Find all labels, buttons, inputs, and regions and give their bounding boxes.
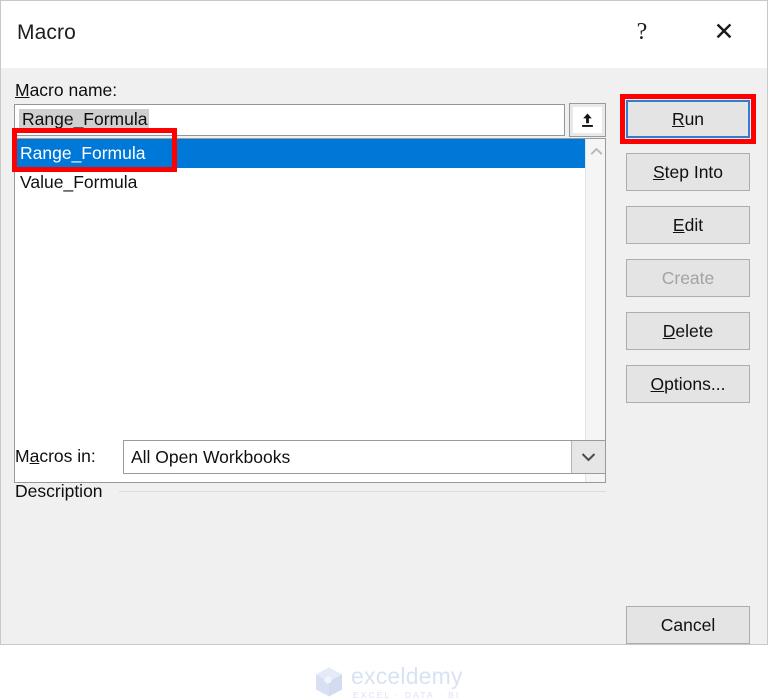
list-item[interactable]: Value_Formula — [15, 168, 585, 197]
cancel-button-label: Cancel — [660, 614, 716, 635]
options-button-label: ptions... — [664, 373, 726, 394]
page-title: Macro — [17, 21, 76, 44]
options-button[interactable]: Options... — [626, 365, 750, 403]
macro-dialog: Macro ? ✕ Macro name: Range_Formula Rang… — [0, 0, 768, 699]
cancel-button[interactable]: Cancel — [626, 606, 750, 644]
delete-button-accel: D — [662, 320, 676, 341]
list-item[interactable]: Range_Formula — [15, 139, 585, 168]
macro-name-input[interactable]: Range_Formula — [14, 104, 565, 136]
macro-name-label-rest: acro name: — [29, 80, 118, 100]
exceldemy-watermark: exceldemy EXCEL · DATA · BI — [314, 662, 464, 700]
delete-button-label: elete — [675, 320, 714, 341]
create-button-label: Create — [661, 267, 715, 288]
macros-in-label: Macros in: — [15, 446, 96, 467]
title-bar: Macro ? ✕ — [1, 1, 767, 68]
run-button-label: un — [684, 108, 705, 129]
macro-list-items: Range_Formula Value_Formula — [15, 139, 585, 197]
hexagon-cube-logo-icon — [316, 667, 342, 697]
macros-in-label-rest: cros in: — [39, 446, 96, 466]
macros-in-value: All Open Workbooks — [131, 446, 291, 467]
macros-in-label-accel: a — [29, 446, 40, 466]
edit-button[interactable]: Edit — [626, 206, 750, 244]
options-button-accel: O — [650, 373, 665, 394]
macro-name-input-value: Range_Formula — [19, 109, 150, 131]
chevron-down-icon — [581, 453, 596, 462]
arrow-up-upload-icon — [582, 113, 593, 127]
macro-name-label: Macro name: — [15, 80, 117, 101]
list-item-label: Value_Formula — [20, 172, 138, 192]
step-into-button[interactable]: Step Into — [626, 153, 750, 191]
watermark-tagline: EXCEL · DATA · BI — [353, 689, 461, 700]
edit-button-label: dit — [684, 214, 704, 235]
description-separator — [119, 491, 606, 492]
step-into-button-accel: S — [652, 161, 665, 182]
watermark-brand: exceldemy — [351, 662, 463, 689]
delete-button[interactable]: Delete — [626, 312, 750, 350]
dialog-body: Macro name: Range_Formula Range_Formula … — [1, 68, 767, 699]
step-into-button-label: tep Into — [664, 161, 724, 182]
help-button[interactable]: ? — [619, 9, 665, 55]
question-mark-icon: ? — [636, 19, 648, 45]
scroll-up-button[interactable] — [586, 141, 606, 161]
edit-button-accel: E — [672, 214, 685, 235]
run-button[interactable]: Run — [626, 100, 750, 138]
close-button[interactable]: ✕ — [701, 9, 747, 55]
list-item-label: Range_Formula — [20, 143, 146, 163]
description-label: Description — [15, 481, 103, 501]
watermark-text: exceldemy EXCEL · DATA · BI — [351, 662, 463, 700]
macros-in-dropdown-arrow[interactable] — [571, 441, 605, 473]
create-button: Create — [626, 259, 750, 297]
macros-in-dropdown[interactable]: All Open Workbooks — [123, 440, 606, 474]
macros-in-label-pre: M — [15, 446, 30, 466]
macro-list-box[interactable]: Range_Formula Value_Formula — [14, 138, 606, 483]
chevron-up-icon — [590, 147, 602, 155]
upload-button[interactable] — [569, 103, 606, 137]
close-icon: ✕ — [713, 17, 735, 46]
macro-name-label-accel: M — [15, 80, 30, 100]
run-button-accel: R — [671, 108, 685, 129]
list-scrollbar[interactable] — [585, 139, 605, 482]
